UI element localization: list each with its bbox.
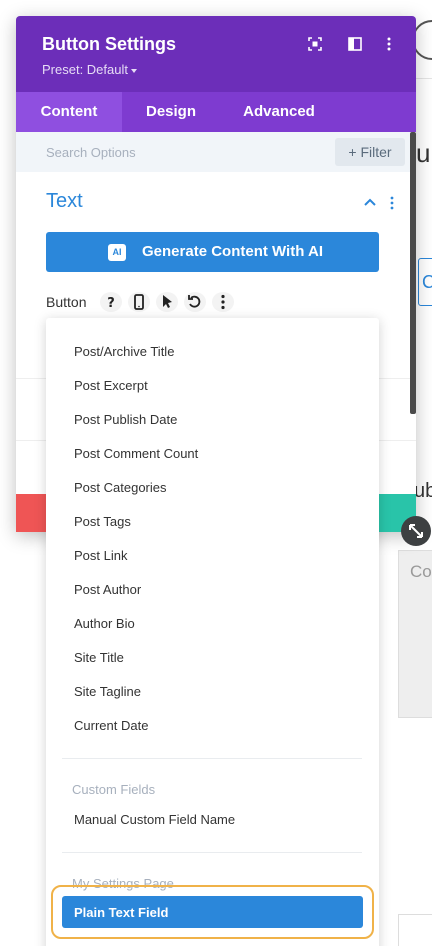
modal-header: Button Settings Preset: Default <box>16 16 416 92</box>
dynamic-content-dropdown: Post/Archive Title Post Excerpt Post Pub… <box>46 318 379 946</box>
generate-ai-button[interactable]: AI Generate Content With AI <box>46 232 379 272</box>
tab-advanced[interactable]: Advanced <box>220 92 338 132</box>
svg-text:?: ? <box>107 296 115 311</box>
dropdown-item[interactable]: Post Publish Date <box>74 412 177 427</box>
preset-label: Preset: Default <box>42 62 128 77</box>
background-box <box>398 914 432 946</box>
undo-icon[interactable] <box>184 292 206 312</box>
dropdown-item[interactable]: Site Tagline <box>74 684 141 699</box>
highlight-ring <box>51 885 374 939</box>
dropdown-group-label: Custom Fields <box>72 782 156 797</box>
more-vertical-icon[interactable] <box>381 36 397 52</box>
generate-ai-label: Generate Content With AI <box>142 243 323 260</box>
preset-selector[interactable]: Preset: Default <box>42 62 137 77</box>
ai-icon: AI <box>108 244 126 261</box>
dropdown-item[interactable]: Post Link <box>74 548 127 563</box>
dropdown-item[interactable]: Post Tags <box>74 514 131 529</box>
dropdown-item[interactable]: Site Title <box>74 650 124 665</box>
tab-bar: Content Design Advanced <box>16 92 416 132</box>
dropdown-divider <box>62 852 362 853</box>
background-heading-fragment: u <box>416 138 431 168</box>
background-subheading-fragment: ub <box>414 480 432 502</box>
modal-scrollbar[interactable] <box>410 132 416 414</box>
search-input[interactable] <box>46 142 326 162</box>
dropdown-item[interactable]: Post Excerpt <box>74 378 148 393</box>
search-bar: + Filter <box>16 132 416 172</box>
cursor-icon[interactable] <box>156 292 178 312</box>
dropdown-item[interactable]: Author Bio <box>74 616 135 631</box>
dropdown-item[interactable]: Post Comment Count <box>74 446 198 461</box>
help-icon[interactable]: ? <box>100 292 122 312</box>
expand-icon[interactable] <box>307 36 323 52</box>
resize-arrows-icon <box>409 524 423 538</box>
caret-down-icon <box>131 68 137 73</box>
tab-design[interactable]: Design <box>122 92 220 132</box>
button-field-label: Button <box>46 294 87 310</box>
dropdown-divider <box>62 758 362 759</box>
more-vertical-icon[interactable] <box>212 292 234 312</box>
chevron-up-icon[interactable] <box>363 197 377 207</box>
dropdown-item[interactable]: Post Author <box>74 582 141 597</box>
background-textarea-fragment: Co <box>410 562 432 581</box>
mobile-icon[interactable] <box>128 292 150 312</box>
more-vertical-icon[interactable] <box>390 196 394 210</box>
page: u C ub Co Button Settings Preset: Defaul… <box>0 0 432 946</box>
background-field-fragment: C <box>422 272 432 292</box>
filter-button[interactable]: + Filter <box>335 138 405 166</box>
resize-handle[interactable] <box>401 516 431 546</box>
dropdown-item[interactable]: Post Categories <box>74 480 167 495</box>
sidebar-icon[interactable] <box>347 36 363 52</box>
tab-content[interactable]: Content <box>16 92 122 132</box>
section-title[interactable]: Text <box>46 190 83 213</box>
dropdown-item[interactable]: Post/Archive Title <box>74 344 174 359</box>
dropdown-item[interactable]: Current Date <box>74 718 148 733</box>
dropdown-item[interactable]: Manual Custom Field Name <box>74 812 235 827</box>
modal-title: Button Settings <box>42 34 176 54</box>
